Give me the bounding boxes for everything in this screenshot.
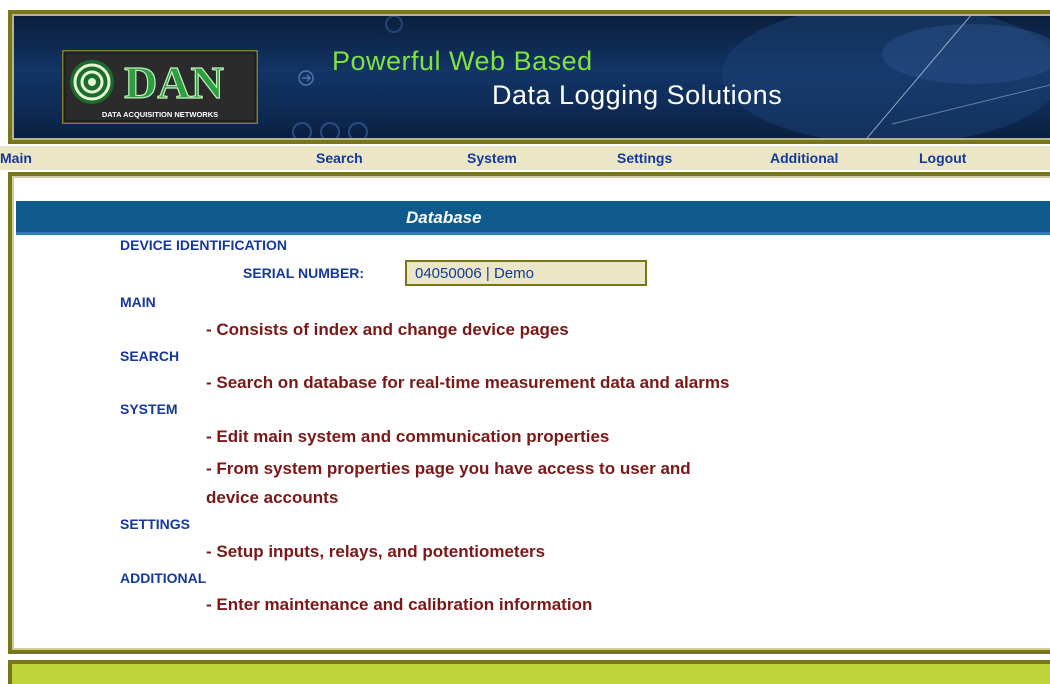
- nav-settings-link[interactable]: Settings: [617, 150, 672, 166]
- section-label-additional: ADDITIONAL: [120, 570, 207, 586]
- footer-bar: [8, 660, 1050, 684]
- nav-search-link[interactable]: Search: [316, 150, 363, 166]
- logo-text: DAN: [124, 57, 224, 108]
- title-bar-underline: [16, 232, 1050, 235]
- nav-main-link[interactable]: Main: [0, 150, 32, 166]
- device-identification-heading: DEVICE IDENTIFICATION: [120, 237, 287, 253]
- main-nav: Main Search System Settings Additional L…: [0, 146, 1050, 170]
- section-label-main: MAIN: [120, 294, 156, 310]
- section-desc-additional: - Enter maintenance and calibration info…: [206, 595, 593, 614]
- section-desc-system-1: - Edit main system and communication pro…: [206, 427, 610, 446]
- section-label-search: SEARCH: [120, 348, 180, 364]
- section-desc-system-2: - From system properties page you have a…: [206, 459, 691, 478]
- serial-number-label: SERIAL NUMBER:: [243, 265, 365, 281]
- header-banner: DAN DATA ACQUISITION NETWORKS Powerful W…: [8, 10, 1050, 144]
- page-title-bar: [16, 201, 1050, 234]
- section-desc-system-3: device accounts: [206, 488, 339, 507]
- banner-title-line-2: Data Logging Solutions: [492, 80, 783, 110]
- nav-system-link[interactable]: System: [467, 150, 517, 166]
- serial-number-field[interactable]: [405, 260, 647, 286]
- page-title: Database: [406, 208, 482, 227]
- logo-subtext: DATA ACQUISITION NETWORKS: [102, 110, 218, 119]
- section-desc-search: - Search on database for real-time measu…: [206, 373, 730, 392]
- nav-additional-link[interactable]: Additional: [770, 150, 838, 166]
- dan-logo: DAN DATA ACQUISITION NETWORKS: [62, 50, 258, 124]
- nav-logout-link[interactable]: Logout: [919, 150, 966, 166]
- section-desc-main: - Consists of index and change device pa…: [206, 320, 569, 339]
- section-label-settings: SETTINGS: [120, 516, 191, 532]
- banner-title-line-1: Powerful Web Based: [332, 46, 593, 76]
- section-label-system: SYSTEM: [120, 401, 178, 417]
- section-desc-settings: - Setup inputs, relays, and potentiomete…: [206, 542, 546, 561]
